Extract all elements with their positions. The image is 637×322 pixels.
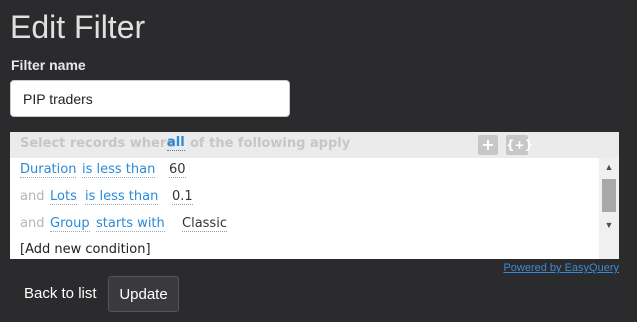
- condition-field[interactable]: Group: [50, 216, 90, 232]
- condition-conjunction: and: [20, 189, 45, 204]
- condition-operator[interactable]: is less than: [82, 162, 156, 178]
- condition-value[interactable]: Classic: [182, 216, 227, 232]
- scroll-down-arrow-icon[interactable]: ▼: [599, 218, 619, 232]
- update-button[interactable]: Update: [108, 276, 179, 312]
- condition-conjunction: and: [20, 216, 45, 231]
- condition-field[interactable]: Duration: [20, 162, 77, 178]
- group-add-icon[interactable]: {+}: [506, 135, 533, 155]
- plus-icon[interactable]: +: [478, 135, 498, 155]
- header-prefix: Select records where: [20, 136, 176, 151]
- filter-name-input[interactable]: [10, 80, 290, 117]
- condition-operator[interactable]: starts with: [96, 216, 165, 232]
- condition-value[interactable]: 0.1: [172, 189, 193, 205]
- query-builder-panel: Select records where all of the followin…: [10, 132, 619, 259]
- powered-by-link[interactable]: Powered by EasyQuery: [503, 262, 619, 274]
- add-condition-link[interactable]: [Add new condition]: [20, 242, 151, 257]
- filter-name-label: Filter name: [11, 57, 86, 73]
- header-suffix: of the following apply: [190, 136, 351, 151]
- back-to-list-button[interactable]: Back to list: [12, 276, 109, 312]
- quantifier-link[interactable]: all: [167, 136, 185, 151]
- scroll-thumb[interactable]: [602, 179, 616, 212]
- page-title: Edit Filter: [10, 9, 146, 45]
- condition-operator[interactable]: is less than: [85, 189, 159, 205]
- query-header: Select records where all of the followin…: [10, 132, 619, 158]
- condition-value[interactable]: 60: [169, 162, 186, 178]
- conditions-scrollbar[interactable]: ▲ ▼: [599, 158, 619, 259]
- condition-field[interactable]: Lots: [50, 189, 77, 205]
- scroll-up-arrow-icon[interactable]: ▲: [599, 160, 619, 174]
